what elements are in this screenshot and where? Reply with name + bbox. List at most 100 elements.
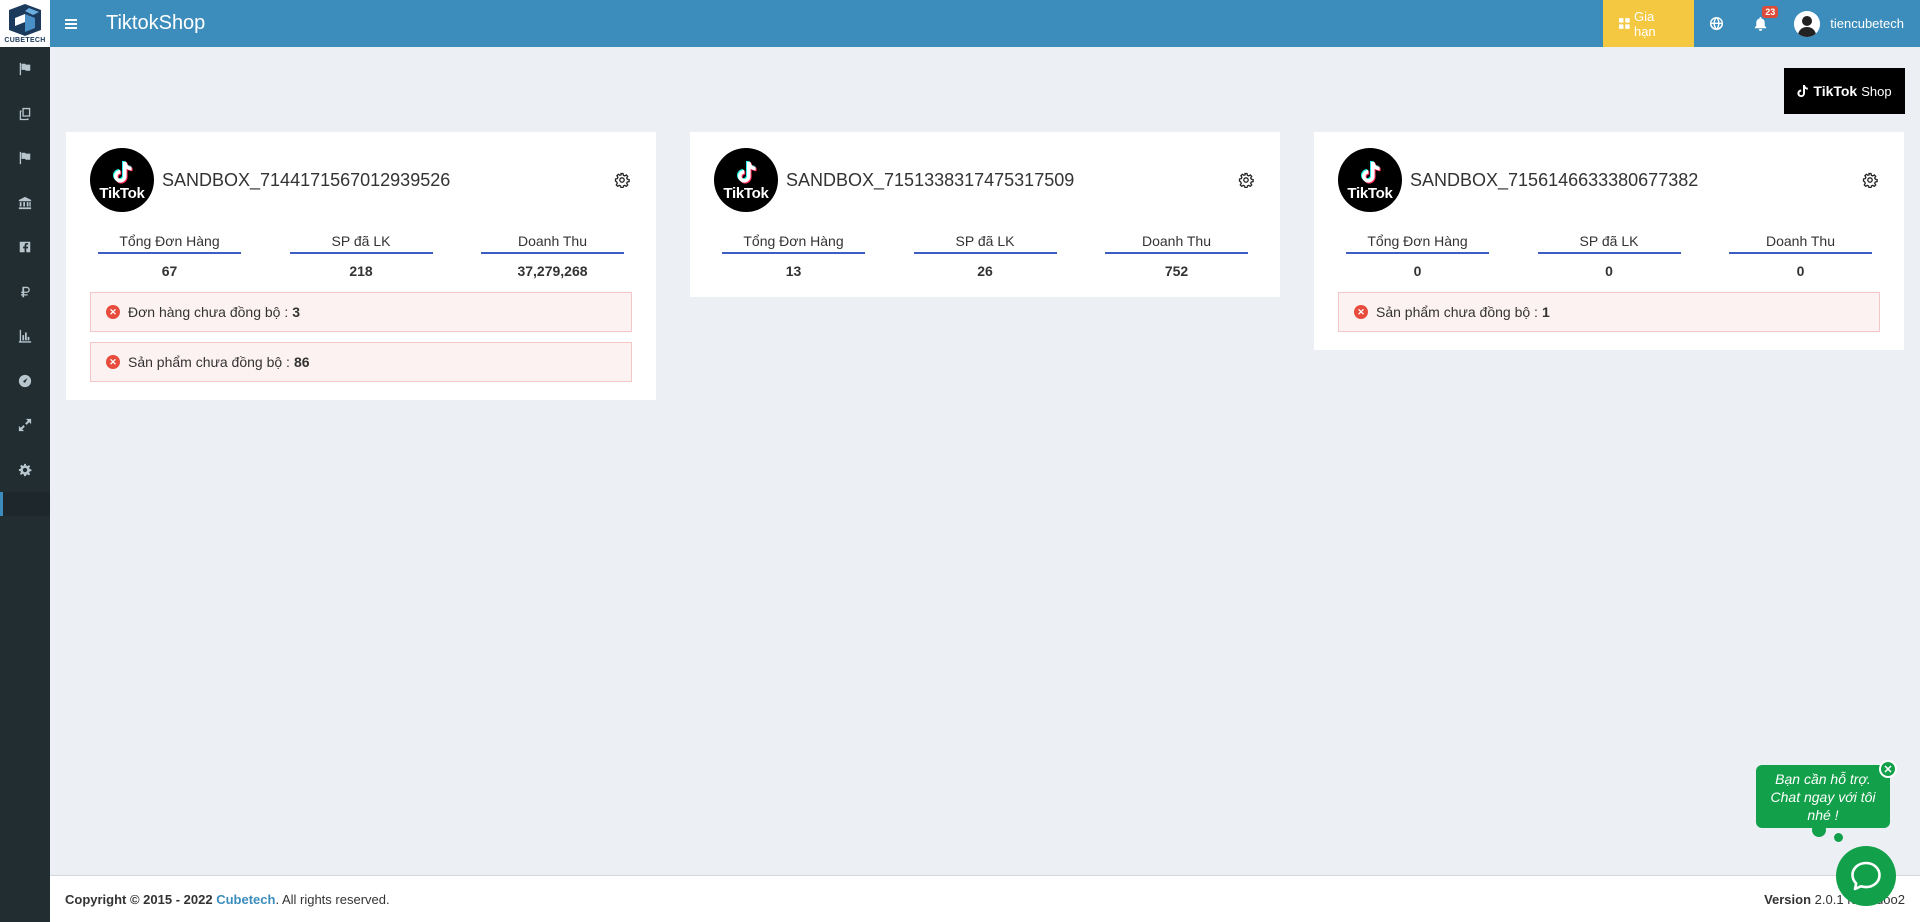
avatar	[1794, 10, 1821, 37]
gear-icon[interactable]	[614, 172, 630, 188]
tiktok-word: TikTok	[1813, 83, 1858, 99]
sidebar-item-facebook[interactable]	[0, 225, 50, 270]
chat-open-button[interactable]	[1836, 846, 1896, 906]
stat-label: Tổng Đơn Hàng	[722, 233, 865, 254]
chat-prompt-bubble[interactable]: Bạn cần hỗ trợ. Chat ngay với tôi nhé !	[1756, 765, 1890, 828]
stat-revenue: Doanh Thu 0	[1729, 233, 1872, 279]
chat-icon	[1851, 861, 1881, 891]
tiktok-avatar: TikTok	[1338, 148, 1402, 212]
stat-label: Doanh Thu	[1729, 233, 1872, 254]
stat-label: SP đã LK	[1537, 233, 1681, 254]
alert-text: Đơn hàng chưa đồng bộ :	[128, 304, 289, 320]
header-right: Gia hạn 23 tiencubetech	[1603, 0, 1920, 47]
shop-card: TikTok SANDBOX_7156146633380677382 Tổng …	[1314, 132, 1904, 350]
stat-revenue: Doanh Thu 752	[1105, 233, 1248, 279]
chat-tail-dot	[1812, 823, 1826, 837]
user-icon	[1794, 10, 1821, 37]
close-icon: ✕	[1883, 763, 1893, 776]
copyright-prefix: Copyright © 2015 - 2022	[65, 891, 213, 907]
stat-value: 37,279,268	[517, 263, 588, 279]
gear-icon	[18, 463, 32, 476]
ruble-icon	[21, 286, 30, 297]
tiktok-avatar: TikTok	[90, 148, 154, 212]
user-menu[interactable]: tiencubetech	[1782, 0, 1920, 47]
sidebar-item-dashboard[interactable]	[0, 359, 50, 404]
error-icon: ✕	[1354, 305, 1368, 319]
gear-icon[interactable]	[1238, 172, 1254, 188]
stat-total-orders: Tổng Đơn Hàng 13	[722, 233, 865, 279]
alert-count: 86	[293, 354, 310, 370]
sidebar-item-expand[interactable]	[0, 403, 50, 448]
top-header: TiktokShop Gia hạn 23 tiencubetech	[50, 0, 1920, 47]
stat-label: Tổng Đơn Hàng	[1346, 233, 1489, 254]
stat-total-orders: Tổng Đơn Hàng 67	[98, 233, 241, 279]
notification-badge: 23	[1762, 6, 1779, 18]
company-link[interactable]: Cubetech	[216, 892, 275, 907]
bell-icon	[1754, 16, 1766, 31]
sidebar-item-currency[interactable]	[0, 270, 50, 315]
stat-value: 26	[977, 263, 993, 279]
chat-prompt-text: Bạn cần hỗ trợ. Chat ngay với tôi nhé !	[1770, 770, 1876, 823]
side-nav	[0, 47, 50, 516]
logo-text: CUBETECH	[4, 36, 46, 44]
alert-count: 1	[1541, 304, 1550, 320]
sidebar-item-flag-2[interactable]	[0, 136, 50, 181]
shop-card: TikTok SANDBOX_7144171567012939526 Tổng …	[66, 132, 656, 400]
alert-count: 3	[292, 304, 301, 320]
tiktok-avatar-label: TikTok	[723, 184, 769, 202]
tiktok-note-icon	[1797, 84, 1809, 97]
sync-alert[interactable]: ✕ Sản phẩm chưa đồng bộ : 1	[1338, 292, 1880, 332]
tiktok-avatar-label: TikTok	[1347, 184, 1393, 202]
cubetech-logo[interactable]: CUBETECH	[0, 0, 50, 47]
card-header: TikTok SANDBOX_7151338317475317509	[714, 148, 1256, 212]
tiktok-note-icon	[737, 160, 757, 184]
chat-close-button[interactable]: ✕	[1879, 760, 1897, 778]
tiktok-shop-logo[interactable]: TikTok Shop	[1784, 68, 1905, 114]
stat-label: Tổng Đơn Hàng	[98, 233, 241, 254]
renew-button[interactable]: Gia hạn	[1603, 0, 1695, 47]
stat-value: 0	[1605, 263, 1613, 279]
sidebar-item-reports[interactable]	[0, 314, 50, 359]
shop-name: SANDBOX_7151338317475317509	[786, 169, 1075, 190]
copy-icon	[19, 107, 31, 120]
bar-chart-icon	[18, 330, 32, 343]
stat-label: Doanh Thu	[481, 233, 624, 254]
sidebar-item-bank[interactable]	[0, 181, 50, 226]
error-icon: ✕	[106, 305, 120, 319]
stat-linked-products: SP đã LK 218	[289, 233, 433, 279]
copyright: Copyright © 2015 - 2022 Cubetech. All ri…	[65, 892, 390, 907]
renew-label: Gia hạn	[1633, 8, 1656, 39]
shop-stats: Tổng Đơn Hàng 67 SP đã LK 218 Doanh Thu …	[90, 233, 632, 279]
cube-logo-icon	[9, 3, 41, 36]
shop-card: TikTok SANDBOX_7151338317475317509 Tổng …	[690, 132, 1280, 297]
card-header: TikTok SANDBOX_7156146633380677382	[1338, 148, 1880, 212]
tiktok-avatar-label: TikTok	[99, 184, 145, 202]
shop-stats: Tổng Đơn Hàng 0 SP đã LK 0 Doanh Thu 0	[1338, 233, 1880, 279]
gear-icon[interactable]	[1862, 172, 1878, 188]
rights-text: . All rights reserved.	[275, 891, 390, 907]
chat-tail-dot	[1834, 833, 1843, 842]
stat-label: Doanh Thu	[1105, 233, 1248, 254]
expand-icon	[18, 419, 32, 432]
sidebar-item-flag[interactable]	[0, 47, 50, 92]
sidebar-item-active[interactable]	[0, 492, 50, 516]
shop-name: SANDBOX_7156146633380677382	[1410, 169, 1699, 190]
error-icon: ✕	[106, 355, 120, 369]
shop-stats: Tổng Đơn Hàng 13 SP đã LK 26 Doanh Thu 7…	[714, 233, 1256, 279]
tiktok-note-icon	[113, 160, 133, 184]
alert-text: Sản phẩm chưa đồng bộ :	[128, 354, 290, 370]
card-header: TikTok SANDBOX_7144171567012939526	[90, 148, 632, 212]
stat-value: 13	[785, 263, 802, 279]
alert-text: Sản phẩm chưa đồng bộ :	[1376, 304, 1538, 320]
language-button[interactable]	[1694, 0, 1738, 47]
stat-total-orders: Tổng Đơn Hàng 0	[1346, 233, 1489, 279]
stat-label: SP đã LK	[913, 233, 1057, 254]
menu-toggle-button[interactable]	[50, 0, 92, 47]
sync-alert[interactable]: ✕ Đơn hàng chưa đồng bộ : 3	[90, 292, 632, 332]
shop-word: Shop	[1861, 83, 1892, 99]
notifications-button[interactable]: 23	[1738, 0, 1782, 47]
sync-alert[interactable]: ✕ Sản phẩm chưa đồng bộ : 86	[90, 342, 632, 382]
tiktok-note-icon	[1361, 160, 1381, 184]
sidebar-item-products[interactable]	[0, 92, 50, 137]
sidebar-item-settings[interactable]	[0, 448, 50, 493]
